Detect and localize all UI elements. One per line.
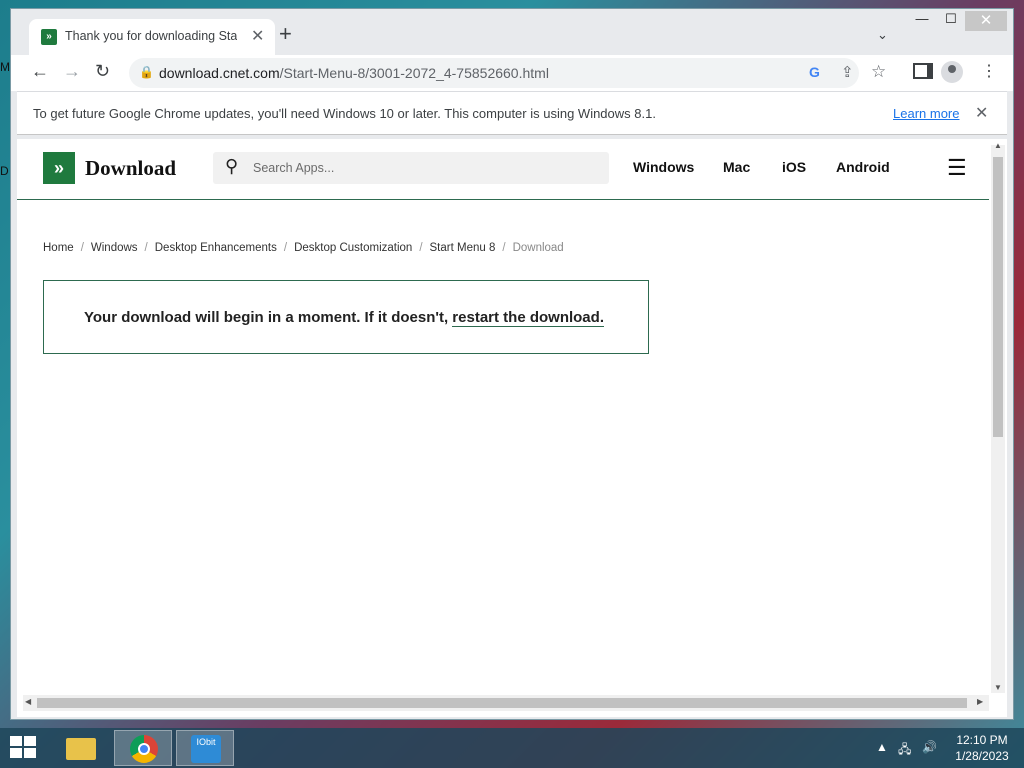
network-icon[interactable]: 🖧 (898, 740, 911, 761)
horizontal-scroll-thumb[interactable] (37, 698, 967, 708)
tab-title: Thank you for downloading Start (65, 29, 237, 43)
horizontal-scrollbar[interactable]: ◀ ▶ (23, 695, 989, 711)
scroll-up-icon[interactable]: ▲ (994, 141, 1002, 150)
side-panel-icon[interactable] (913, 63, 933, 79)
restart-download-link[interactable]: restart the download. (452, 309, 604, 327)
cnet-download-favicon-icon: » (41, 29, 57, 45)
nav-android[interactable]: Android (836, 159, 890, 175)
iobit-icon: IObit (191, 735, 221, 763)
scroll-left-icon[interactable]: ◀ (25, 697, 31, 706)
reload-button[interactable]: ↻ (95, 61, 110, 82)
search-placeholder: Search Apps... (253, 161, 335, 175)
scroll-right-icon[interactable]: ▶ (977, 697, 983, 706)
nav-windows[interactable]: Windows (633, 159, 694, 175)
taskbar-clock[interactable]: 12:10 PM 1/28/2023 (944, 732, 1020, 764)
share-icon[interactable]: ⇪ (841, 63, 854, 81)
tab-search-icon[interactable]: ⌄ (877, 27, 888, 43)
google-lens-icon[interactable]: G (809, 64, 820, 80)
volume-icon[interactable]: 🔊 (922, 740, 937, 754)
forward-button[interactable]: → (63, 61, 81, 82)
url-text: download.cnet.com/Start-Menu-8/3001-2072… (159, 65, 549, 81)
windows-start-icon[interactable] (10, 736, 38, 760)
breadcrumb-desktop-customization[interactable]: Desktop Customization (294, 242, 412, 254)
browser-tab[interactable]: » Thank you for downloading Start ✕ (29, 19, 275, 55)
browser-window: » Thank you for downloading Start ✕ + ⌄ … (10, 8, 1014, 720)
page-viewport: » Download ⚲ Search Apps... Windows Mac … (17, 139, 1007, 717)
lock-icon[interactable]: 🔒 (139, 65, 154, 79)
infobar-close-icon[interactable]: ✕ (975, 103, 988, 123)
close-window-button[interactable]: ✕ (965, 11, 1007, 31)
nav-ios[interactable]: iOS (782, 159, 806, 175)
download-notice: Your download will begin in a moment. If… (43, 280, 649, 354)
breadcrumb-download: Download (512, 242, 564, 254)
url-host: download.cnet.com (159, 65, 280, 81)
taskbar: IObit ▲ 🖧 🔊 12:10 PM 1/28/2023 (0, 728, 1024, 768)
breadcrumb-home[interactable]: Home (43, 242, 74, 254)
folder-icon (66, 738, 96, 760)
breadcrumb-start-menu-8[interactable]: Start Menu 8 (430, 242, 496, 254)
vertical-scrollbar[interactable]: ▲ ▼ (991, 141, 1005, 693)
clock-time: 12:10 PM (956, 733, 1008, 747)
notice-text-wrapper: Your download will begin in a moment. If… (84, 309, 604, 327)
breadcrumb: Home / Windows / Desktop Enhancements / Deskto… (43, 242, 564, 254)
new-tab-button[interactable]: + (279, 23, 292, 45)
show-hidden-icons-arrow-icon[interactable]: ▲ (876, 740, 888, 754)
taskbar-file-explorer[interactable] (52, 730, 110, 766)
minimize-button[interactable]: — (907, 11, 937, 31)
breadcrumb-desktop-enhancements[interactable]: Desktop Enhancements (155, 242, 277, 254)
update-infobar: To get future Google Chrome updates, you… (17, 91, 1007, 135)
learn-more-link[interactable]: Learn more (893, 106, 959, 121)
bookmark-star-icon[interactable]: ☆ (871, 62, 886, 82)
site-header: » Download ⚲ Search Apps... Windows Mac … (17, 139, 989, 200)
breadcrumb-windows[interactable]: Windows (91, 242, 138, 254)
notice-text: Your download will begin in a moment. If… (84, 309, 453, 326)
taskbar-iobit[interactable]: IObit (176, 730, 234, 766)
url-path: /Start-Menu-8/3001-2072_4-75852660.html (279, 65, 549, 81)
search-icon: ⚲ (225, 156, 239, 176)
nav-mac[interactable]: Mac (723, 159, 750, 175)
scroll-down-icon[interactable]: ▼ (994, 683, 1002, 692)
chrome-icon (130, 735, 158, 763)
desktop-edge-label: M (0, 60, 10, 74)
site-logo-text[interactable]: Download (85, 156, 176, 181)
profile-avatar-icon[interactable] (941, 61, 963, 83)
download-logo-icon[interactable]: » (43, 152, 75, 184)
back-button[interactable]: ← (31, 61, 49, 82)
maximize-button[interactable]: ☐ (936, 11, 966, 31)
clock-date: 1/28/2023 (955, 749, 1009, 763)
chrome-menu-icon[interactable]: ⋮ (981, 61, 997, 81)
desktop-edge-label: D (0, 164, 9, 178)
taskbar-chrome[interactable] (114, 730, 172, 766)
vertical-scroll-thumb[interactable] (993, 157, 1003, 437)
hamburger-menu-icon[interactable]: ☰ (947, 155, 967, 181)
tab-close-icon[interactable]: ✕ (251, 26, 264, 46)
address-bar[interactable]: 🔒 download.cnet.com/Start-Menu-8/3001-20… (129, 58, 859, 88)
browser-toolbar: ← → ↻ 🔒 download.cnet.com/Start-Menu-8/3… (11, 55, 1013, 91)
infobar-message: To get future Google Chrome updates, you… (33, 106, 656, 121)
search-apps-input[interactable]: ⚲ Search Apps... (213, 152, 609, 184)
tab-strip: » Thank you for downloading Start ✕ + ⌄ … (11, 9, 1013, 55)
